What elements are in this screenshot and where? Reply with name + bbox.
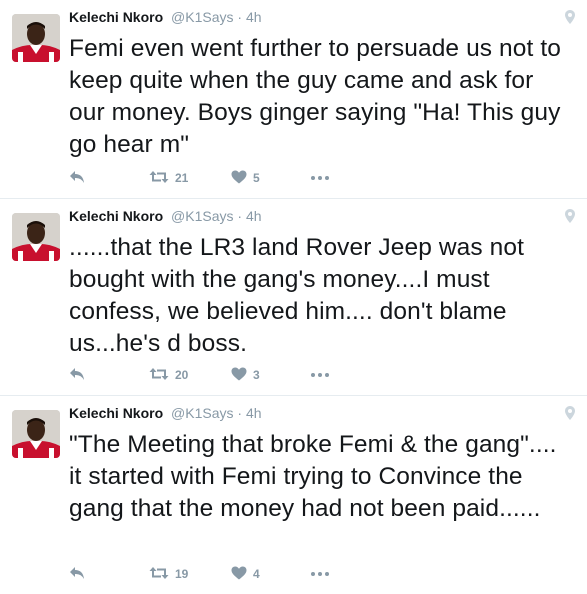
like-button[interactable]: 4 xyxy=(231,566,311,583)
heart-icon xyxy=(231,367,247,384)
avatar[interactable] xyxy=(12,14,60,62)
tweet-content: Kelechi Nkoro @K1Says · 4h ......that th… xyxy=(69,207,569,360)
user-handle[interactable]: @K1Says xyxy=(171,208,233,224)
tweet-header: Kelechi Nkoro @K1Says · 4h xyxy=(69,8,569,26)
like-count: 4 xyxy=(253,567,260,581)
retweet-count: 19 xyxy=(175,567,189,581)
heart-icon xyxy=(231,170,247,187)
tweet[interactable]: Kelechi Nkoro @K1Says · 4h ......that th… xyxy=(0,199,587,396)
tweet-actions: 19 4 xyxy=(69,564,329,584)
tweet-header: Kelechi Nkoro @K1Says · 4h xyxy=(69,207,569,225)
more-button[interactable] xyxy=(311,176,329,180)
avatar[interactable] xyxy=(12,410,60,458)
tweet-timeline: Kelechi Nkoro @K1Says · 4h Femi even wen… xyxy=(0,0,587,594)
retweet-count: 21 xyxy=(175,171,189,185)
more-icon xyxy=(311,176,315,180)
reply-button[interactable] xyxy=(69,367,149,384)
like-count: 5 xyxy=(253,171,260,185)
timestamp[interactable]: 4h xyxy=(246,405,262,421)
tweet-actions: 20 3 xyxy=(69,365,329,385)
user-handle[interactable]: @K1Says xyxy=(171,405,233,421)
reply-icon xyxy=(69,367,85,384)
retweet-icon xyxy=(149,170,169,187)
separator-dot: · xyxy=(237,208,243,224)
timestamp[interactable]: 4h xyxy=(246,9,262,25)
retweet-icon xyxy=(149,367,169,384)
more-icon xyxy=(311,572,315,576)
retweet-button[interactable]: 21 xyxy=(149,170,231,187)
display-name[interactable]: Kelechi Nkoro xyxy=(69,405,163,421)
reply-button[interactable] xyxy=(69,566,149,583)
separator-dot: · xyxy=(237,9,243,25)
avatar[interactable] xyxy=(12,213,60,261)
tweet-actions: 21 5 xyxy=(69,168,329,188)
retweet-button[interactable]: 19 xyxy=(149,566,231,583)
heart-icon xyxy=(231,566,247,583)
like-count: 3 xyxy=(253,368,260,382)
tweet-content: Kelechi Nkoro @K1Says · 4h Femi even wen… xyxy=(69,8,569,161)
more-icon xyxy=(311,373,315,377)
reply-button[interactable] xyxy=(69,170,149,187)
more-button[interactable] xyxy=(311,572,329,576)
tweet[interactable]: Kelechi Nkoro @K1Says · 4h Femi even wen… xyxy=(0,0,587,199)
location-pin-icon[interactable] xyxy=(565,406,575,425)
user-handle[interactable]: @K1Says xyxy=(171,9,233,25)
tweet[interactable]: Kelechi Nkoro @K1Says · 4h "The Meeting … xyxy=(0,396,587,594)
tweet-text: "The Meeting that broke Femi & the gang"… xyxy=(69,431,557,522)
display-name[interactable]: Kelechi Nkoro xyxy=(69,208,163,224)
more-button[interactable] xyxy=(311,373,329,377)
reply-icon xyxy=(69,566,85,583)
location-pin-icon[interactable] xyxy=(565,209,575,228)
retweet-icon xyxy=(149,566,169,583)
retweet-button[interactable]: 20 xyxy=(149,367,231,384)
separator-dot: · xyxy=(237,405,243,421)
like-button[interactable]: 3 xyxy=(231,367,311,384)
display-name[interactable]: Kelechi Nkoro xyxy=(69,9,163,25)
retweet-count: 20 xyxy=(175,368,189,382)
timestamp[interactable]: 4h xyxy=(246,208,262,224)
location-pin-icon[interactable] xyxy=(565,10,575,29)
tweet-text: Femi even went further to persuade us no… xyxy=(69,35,561,158)
tweet-header: Kelechi Nkoro @K1Says · 4h xyxy=(69,404,569,422)
tweet-text: ......that the LR3 land Rover Jeep was n… xyxy=(69,234,524,357)
reply-icon xyxy=(69,170,85,187)
like-button[interactable]: 5 xyxy=(231,170,311,187)
tweet-content: Kelechi Nkoro @K1Says · 4h "The Meeting … xyxy=(69,404,569,525)
